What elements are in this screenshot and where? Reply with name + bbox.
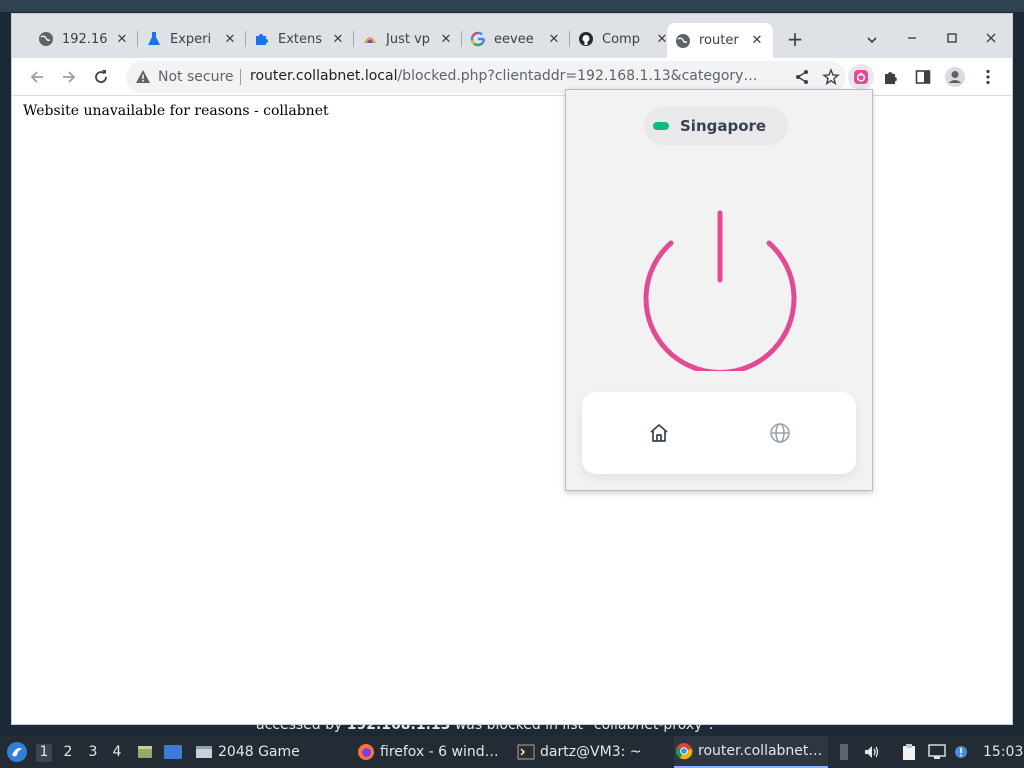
scroll-handle[interactable] — [836, 736, 852, 768]
globe-icon — [38, 31, 54, 47]
blocked-message: Website unavailable for reasons - collab… — [23, 103, 329, 119]
google-g-icon — [470, 31, 486, 47]
window-icon — [194, 742, 214, 762]
close-tab-icon[interactable]: ✕ — [749, 33, 765, 49]
clipboard-icon[interactable] — [898, 736, 920, 768]
vpn-extension-button[interactable] — [848, 64, 874, 90]
workspace-1[interactable]: 1 — [36, 744, 52, 762]
vpn-logo-icon — [362, 31, 378, 47]
task-2048-game[interactable]: 2048 Game — [194, 736, 344, 768]
tab-google-search[interactable]: eevee ✕ — [462, 23, 570, 55]
location-selector[interactable]: Singapore — [644, 107, 788, 145]
url-host: router.collabnet.local — [250, 68, 398, 84]
task-label: dartz@VM3: ~ — [540, 744, 642, 760]
new-tab-button[interactable]: + — [784, 28, 806, 50]
side-panel-icon[interactable] — [911, 65, 935, 89]
warning-icon[interactable] — [135, 69, 151, 85]
not-secure-label[interactable]: Not secure — [158, 69, 234, 85]
minimize-button[interactable] — [902, 28, 922, 48]
app-menu-icon[interactable] — [4, 736, 30, 768]
task-label: firefox - 6 wind… — [380, 744, 499, 760]
notification-icon[interactable] — [952, 736, 970, 768]
volume-icon[interactable] — [861, 736, 883, 768]
tab-github[interactable]: Comp ✕ — [570, 23, 678, 55]
task-firefox[interactable]: firefox - 6 wind… — [356, 736, 506, 768]
task-chrome-router[interactable]: router.collabnet… — [674, 736, 828, 768]
share-icon[interactable] — [790, 65, 814, 89]
firefox-icon — [356, 742, 376, 762]
close-tab-icon[interactable]: ✕ — [330, 31, 346, 47]
tab-192[interactable]: 192.16 ✕ — [30, 23, 138, 55]
forward-button[interactable] — [57, 65, 81, 89]
tab-search-chevron-icon[interactable] — [862, 30, 882, 50]
globe-icon[interactable] — [767, 420, 793, 446]
close-tab-icon[interactable]: ✕ — [222, 31, 238, 47]
github-icon — [578, 31, 594, 47]
power-button[interactable] — [640, 205, 800, 375]
task-label: router.collabnet… — [698, 743, 823, 759]
clock[interactable]: 15:03 — [983, 744, 1023, 760]
chrome-icon — [674, 741, 694, 761]
url-text[interactable]: router.collabnet.local/blocked.php?clien… — [250, 68, 778, 86]
tab-extensions[interactable]: Extens ✕ — [246, 23, 354, 55]
extensions-puzzle-icon[interactable] — [879, 65, 903, 89]
globe-icon — [675, 33, 691, 49]
task-label: 2048 Game — [218, 744, 300, 760]
address-divider — [240, 69, 241, 85]
tab-vpn[interactable]: Just vp ✕ — [354, 23, 462, 55]
home-icon[interactable] — [646, 420, 672, 446]
workspace-3[interactable]: 3 — [85, 744, 101, 762]
browser-menu-icon[interactable] — [976, 65, 1000, 89]
bookmark-star-icon[interactable] — [819, 65, 843, 89]
maximize-button[interactable] — [942, 28, 962, 48]
status-indicator — [653, 122, 669, 130]
close-tab-icon[interactable]: ✕ — [114, 31, 130, 47]
terminal-icon — [516, 742, 536, 762]
task-terminal[interactable]: dartz@VM3: ~ — [516, 736, 666, 768]
reload-button[interactable] — [89, 65, 113, 89]
file-manager-icon[interactable] — [134, 736, 156, 768]
tab-router-active[interactable]: router ✕ — [667, 23, 773, 58]
profile-avatar-icon[interactable] — [943, 65, 967, 89]
tab-experiments[interactable]: Experi ✕ — [138, 23, 246, 55]
url-path: /blocked.php?clientaddr=192.168.1.13&cat… — [397, 68, 758, 84]
power-icon — [643, 210, 797, 375]
back-button[interactable] — [25, 65, 49, 89]
flask-icon — [146, 31, 162, 47]
show-desktop-icon[interactable] — [161, 736, 185, 768]
puzzle-icon — [254, 31, 270, 47]
close-window-button[interactable] — [981, 28, 1001, 48]
popup-nav-bar — [582, 392, 856, 474]
network-icon[interactable] — [926, 736, 948, 768]
close-tab-icon[interactable]: ✕ — [438, 31, 454, 47]
close-tab-icon[interactable]: ✕ — [546, 31, 562, 47]
vpn-extension-popup: Singapore — [565, 89, 873, 491]
background-window-titlebar — [0, 0, 1024, 12]
workspace-2[interactable]: 2 — [60, 744, 76, 762]
location-label: Singapore — [680, 117, 767, 135]
taskbar: 1 2 3 4 2048 Game firefox - 6 wind… dart… — [0, 736, 1024, 768]
workspace-4[interactable]: 4 — [109, 744, 125, 762]
tab-strip: 192.16 ✕ Experi ✕ Extens ✕ Just vp ✕ eev… — [12, 14, 1012, 58]
